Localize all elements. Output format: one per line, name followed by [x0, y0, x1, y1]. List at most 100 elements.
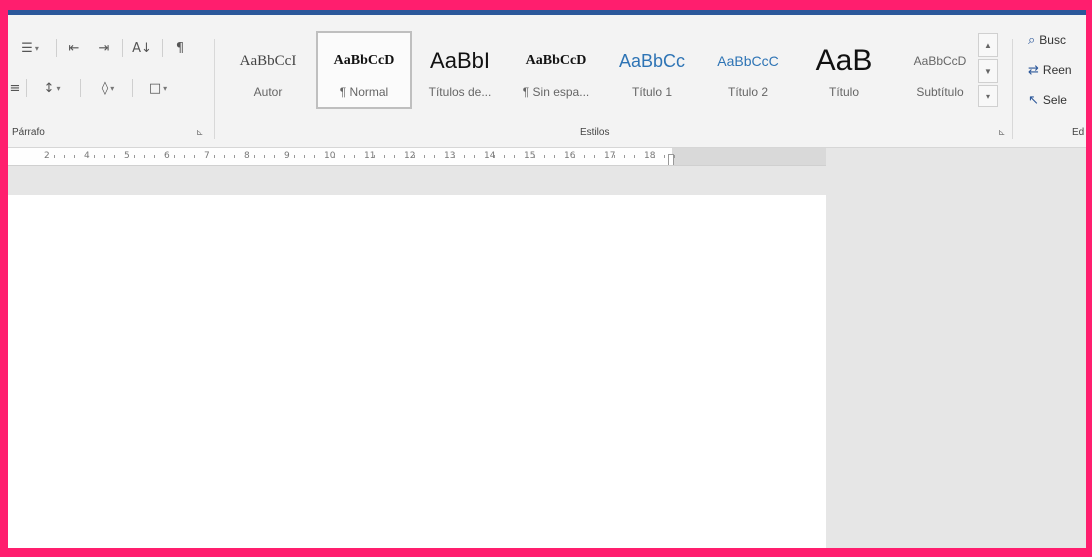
- ruler-tick: [434, 155, 435, 158]
- ruler-tick: [544, 155, 545, 158]
- shading-icon: ◊: [101, 80, 109, 96]
- ruler-tick: [144, 155, 145, 158]
- ruler-tick: [494, 155, 495, 158]
- ruler-tick: [414, 155, 415, 158]
- document-page[interactable]: [8, 195, 826, 548]
- divider: [56, 39, 57, 57]
- style-sample: AaBbI: [430, 48, 490, 73]
- ruler-tick: [594, 155, 595, 158]
- ruler-tick: [304, 155, 305, 158]
- chevron-up-icon: ▲: [984, 40, 992, 50]
- ruler-right-margin: [672, 148, 826, 165]
- ruler-number: 4: [84, 151, 90, 161]
- find-button[interactable]: ⌕ Busc: [1028, 29, 1066, 51]
- ruler-tick: [664, 155, 665, 158]
- style-sample: AaBbCcD: [333, 53, 395, 68]
- ruler-tick: [554, 155, 555, 158]
- ruler-tick: [94, 155, 95, 158]
- ruler-tick: [514, 155, 515, 158]
- ruler-tick: [384, 155, 385, 158]
- line-spacing-icon: ↕: [43, 80, 55, 96]
- style-tile[interactable]: AaBbCc Título 1: [604, 31, 700, 109]
- line-spacing-button[interactable]: ↕ ▾: [32, 77, 72, 99]
- borders-button[interactable]: □ ▾: [138, 77, 178, 99]
- group-divider: [214, 39, 215, 139]
- word-window: ☰ ▾ ⇤ ⇥ A↓ ¶ ≡ ↕ ▾ ◊ ▾ □ ▾ Párrafo ⊾ AaB…: [8, 10, 1086, 548]
- replace-label: Reen: [1042, 63, 1072, 77]
- ribbon: ☰ ▾ ⇤ ⇥ A↓ ¶ ≡ ↕ ▾ ◊ ▾ □ ▾ Párrafo ⊾ AaB…: [8, 15, 1086, 148]
- ruler-tick: [454, 155, 455, 158]
- paragraph-dialog-launcher-icon[interactable]: ⊾: [196, 127, 204, 138]
- ruler-tick: [154, 155, 155, 158]
- shading-button[interactable]: ◊ ▾: [88, 77, 128, 99]
- styles-gallery: AaBbCcI Autor AaBbCcD ¶ Normal AaBbI Títulos …: [220, 31, 1000, 113]
- justify-button[interactable]: ≡: [8, 77, 22, 99]
- ruler-tick: [134, 155, 135, 158]
- editing-group-label: Ed: [1072, 127, 1085, 138]
- style-name: Subtítulo: [916, 85, 964, 99]
- bullet-list-icon: ☰: [21, 40, 33, 56]
- style-tile[interactable]: AaBbI Títulos de...: [412, 31, 508, 109]
- chevron-down-icon: ▾: [56, 83, 61, 93]
- decrease-indent-button[interactable]: ⇤: [62, 37, 86, 59]
- divider: [162, 39, 163, 57]
- style-name: Título 1: [631, 85, 673, 99]
- select-button[interactable]: ↖ Sele: [1028, 89, 1067, 111]
- sort-button[interactable]: A↓: [128, 37, 156, 59]
- divider: [132, 79, 133, 97]
- ruler-tick: [174, 155, 175, 158]
- ruler-tick: [194, 155, 195, 158]
- increase-indent-button[interactable]: ⇥: [92, 37, 116, 59]
- ruler-tick: [474, 155, 475, 158]
- style-tile[interactable]: AaBbCcD Subtítulo: [892, 31, 988, 109]
- paragraph-group: ☰ ▾ ⇤ ⇥ A↓ ¶ ≡ ↕ ▾ ◊ ▾ □ ▾ Párrafo ⊾: [8, 15, 213, 148]
- ruler-tick: [654, 155, 655, 158]
- ruler-tick: [634, 155, 635, 158]
- ruler-tick: [264, 155, 265, 158]
- ruler-tick: [464, 155, 465, 158]
- styles-dialog-launcher-icon[interactable]: ⊾: [998, 127, 1006, 138]
- bullet-list-button[interactable]: ☰ ▾: [10, 37, 50, 59]
- ruler-tick: [394, 155, 395, 158]
- paragraph-group-label: Párrafo: [12, 127, 45, 138]
- ruler-tick: [534, 155, 535, 158]
- style-tile[interactable]: AaBbCcD ¶ Normal: [316, 31, 412, 109]
- borders-icon: □: [148, 80, 162, 96]
- ruler-tick: [344, 155, 345, 158]
- chevron-down-icon: ▾: [34, 43, 39, 53]
- styles-group-label: Estilos: [580, 127, 610, 138]
- style-name: Título 2: [727, 85, 769, 99]
- chevron-down-icon: ▾: [110, 83, 115, 93]
- styles-scroll-down-button[interactable]: ▼: [978, 59, 998, 83]
- styles-scroll: ▲ ▼ ▾: [978, 33, 998, 109]
- horizontal-ruler[interactable]: 2 4 5 6 7 8 9 10 11 12 13 14 15 16 17 18: [8, 148, 826, 166]
- ruler-tick: [104, 155, 105, 158]
- styles-scroll-up-button[interactable]: ▲: [978, 33, 998, 57]
- ruler-number: 5: [124, 151, 130, 161]
- style-sample: AaBbCcD: [525, 53, 587, 68]
- ruler-tick: [254, 155, 255, 158]
- decrease-indent-icon: ⇤: [68, 40, 80, 56]
- replace-button[interactable]: ⇄ Reen: [1028, 59, 1072, 81]
- style-tile[interactable]: AaBbCcD ¶ Sin espa...: [508, 31, 604, 109]
- style-sample: AaBbCcC: [717, 53, 779, 69]
- select-label: Sele: [1042, 93, 1067, 107]
- editing-group: ⌕ Busc ⇄ Reen ↖ Sele Ed: [1018, 15, 1086, 148]
- ruler-tick: [214, 155, 215, 158]
- cursor-icon: ↖: [1028, 92, 1039, 108]
- divider: [26, 79, 27, 97]
- ruler-tick: [504, 155, 505, 158]
- style-tile[interactable]: AaBbCcI Autor: [220, 31, 316, 109]
- divider: [122, 39, 123, 57]
- style-sample: AaBbCcI: [239, 52, 297, 69]
- show-marks-button[interactable]: ¶: [168, 37, 192, 59]
- ruler-tick: [64, 155, 65, 158]
- chevron-down-icon: ▾: [163, 83, 168, 93]
- ruler-tick: [334, 155, 335, 158]
- style-tile[interactable]: AaB Título: [796, 31, 892, 109]
- style-tile[interactable]: AaBbCcC Título 2: [700, 31, 796, 109]
- style-name: ¶ Sin espa...: [522, 85, 590, 99]
- ruler-tick: [114, 155, 115, 158]
- divider: [80, 79, 81, 97]
- styles-more-button[interactable]: ▾: [978, 85, 998, 107]
